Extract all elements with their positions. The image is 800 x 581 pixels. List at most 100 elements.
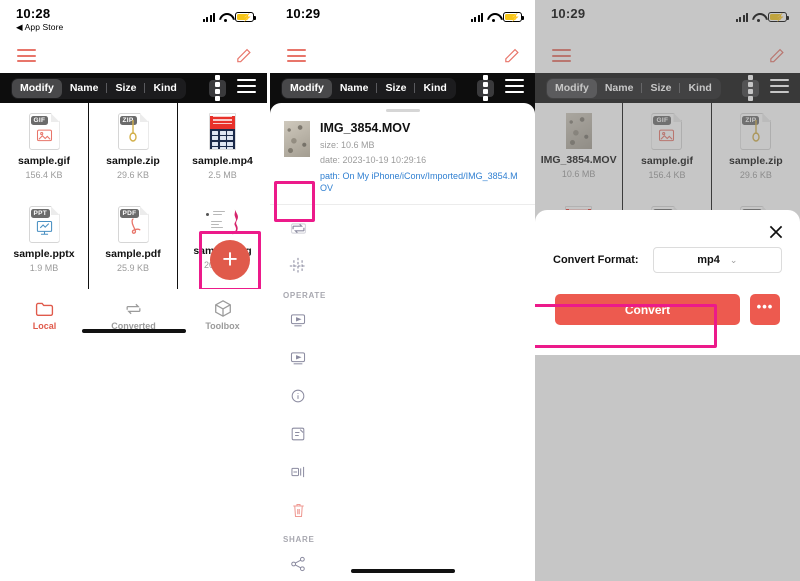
info-icon[interactable]: [281, 379, 315, 413]
sort-option-size[interactable]: Size: [642, 79, 679, 98]
file-cell[interactable]: GIF sample.gif 156.4 KB: [623, 103, 712, 196]
modal-buttons: Convert •••: [553, 294, 782, 325]
bottom-tab-bar: Local Converted Toolbox: [0, 289, 267, 339]
format-select[interactable]: mp4 ⌄: [652, 247, 782, 273]
detail-file-name: IMG_3854.MOV: [320, 121, 411, 135]
file-size: 1.9 MB: [29, 263, 59, 273]
zip-file-icon: ZIP: [740, 113, 772, 150]
view-mode-buttons: [477, 75, 524, 101]
preview-icon[interactable]: [281, 341, 315, 375]
menu-hamburger-icon[interactable]: [552, 49, 571, 66]
sort-option-modify[interactable]: Modify: [282, 78, 332, 98]
grid-view-icon[interactable]: [742, 75, 759, 101]
grid-view-icon[interactable]: [209, 75, 226, 101]
cellular-bars-icon: [735, 12, 748, 22]
sort-option-kind[interactable]: Kind: [415, 79, 454, 98]
sort-segmented-control[interactable]: Modify Name Size Kind: [546, 77, 721, 99]
add-plus-icon: +: [222, 243, 238, 274]
convert-format-modal: Convert Format: mp4 ⌄ Convert •••: [535, 210, 800, 355]
format-value: mp4: [697, 254, 720, 266]
file-name: sample.pdf: [105, 248, 161, 260]
pdf-file-icon: PDF: [117, 206, 149, 243]
format-row: Convert Format: mp4 ⌄: [553, 210, 782, 273]
gif-file-icon: GIF: [651, 113, 683, 150]
status-bar: 10:28 ◀ App Store ⚡: [0, 0, 267, 40]
folder-icon: [35, 302, 54, 316]
file-cell[interactable]: PDF sample.pdf 25.9 KB: [89, 196, 178, 289]
status-back-link[interactable]: ◀ App Store: [16, 22, 253, 33]
file-size: 10.6 MB: [561, 169, 596, 179]
detail-file-path[interactable]: path: On My iPhone/iConv/Imported/IMG_38…: [320, 170, 523, 194]
zip-file-icon: ZIP: [117, 113, 149, 150]
sort-toolbar: Modify Name Size Kind: [0, 73, 267, 103]
list-view-icon[interactable]: [505, 79, 524, 97]
grid-view-icon[interactable]: [477, 75, 494, 101]
rename-icon[interactable]: [281, 417, 315, 451]
top-nav: [270, 40, 535, 73]
mp4-video-thumbnail: [209, 113, 236, 150]
convert-icon[interactable]: [281, 211, 315, 245]
video-thumbnail: [284, 121, 310, 157]
file-size: 156.4 KB: [648, 170, 686, 180]
sort-segmented-control[interactable]: Modify Name Size Kind: [11, 77, 186, 99]
file-name: sample.mp4: [192, 155, 253, 167]
file-cell[interactable]: sample.mp4 2.5 MB: [178, 103, 267, 196]
file-cell[interactable]: ZIP sample.zip 29.6 KB: [89, 103, 178, 196]
resize-icon[interactable]: [281, 455, 315, 489]
top-nav: [535, 40, 800, 73]
sort-option-size[interactable]: Size: [107, 79, 144, 98]
sort-option-kind[interactable]: Kind: [145, 79, 184, 98]
sort-option-name[interactable]: Name: [597, 79, 642, 98]
tab-local[interactable]: Local: [0, 289, 89, 339]
file-detail-header: IMG_3854.MOV size: 10.6 MB date: 2023-10…: [270, 112, 535, 206]
file-size: 29.6 KB: [739, 170, 772, 180]
wifi-icon: [219, 13, 231, 22]
menu-hamburger-icon[interactable]: [17, 49, 36, 66]
play-video-icon[interactable]: [281, 303, 315, 337]
action-list: OPERATE SHARE: [270, 205, 535, 581]
sort-toolbar: Modify Name Size Kind: [270, 73, 535, 103]
sort-option-size[interactable]: Size: [377, 79, 414, 98]
convert-button[interactable]: Convert: [555, 294, 740, 325]
list-view-icon[interactable]: [770, 79, 789, 97]
mov-video-thumbnail: [565, 113, 592, 149]
three-panel-screenshot: 10:28 ◀ App Store ⚡ Modify Name Size Kin…: [0, 0, 800, 581]
edit-pencil-icon[interactable]: [768, 47, 785, 65]
tab-toolbox[interactable]: Toolbox: [178, 289, 267, 339]
share-section-label: SHARE: [283, 535, 315, 545]
sort-segmented-control[interactable]: Modify Name Size Kind: [281, 77, 456, 99]
view-mode-buttons: [209, 75, 256, 101]
file-cell[interactable]: PPT sample.pptx 1.9 MB: [0, 196, 89, 289]
png-image-thumbnail: [203, 206, 243, 240]
file-cell[interactable]: IMG_3854.MOV 10.6 MB: [535, 103, 624, 196]
file-cell[interactable]: GIF sample.gif 156.4 KB: [0, 103, 89, 196]
top-nav: [0, 40, 267, 73]
sort-option-name[interactable]: Name: [332, 79, 377, 98]
file-type-tag: PDF: [119, 209, 140, 218]
trash-icon[interactable]: [281, 493, 315, 527]
add-file-fab[interactable]: +: [210, 240, 250, 280]
sort-option-kind[interactable]: Kind: [680, 79, 719, 98]
edit-pencil-icon[interactable]: [235, 47, 252, 65]
more-options-button[interactable]: •••: [750, 294, 780, 325]
sort-option-name[interactable]: Name: [62, 79, 107, 98]
share-icon[interactable]: [281, 547, 315, 581]
sort-toolbar: Modify Name Size Kind: [535, 73, 800, 103]
sort-option-modify[interactable]: Modify: [12, 78, 62, 98]
file-name: sample.zip: [106, 155, 160, 167]
detail-file-date: date: 2023-10-19 10:29:16: [320, 155, 427, 166]
edit-pencil-icon[interactable]: [503, 47, 520, 65]
file-cell[interactable]: ZIP sample.zip 29.6 KB: [712, 103, 800, 196]
compress-icon[interactable]: [281, 249, 315, 283]
close-x-icon[interactable]: [768, 224, 784, 240]
menu-hamburger-icon[interactable]: [287, 49, 306, 66]
cellular-bars-icon: [470, 12, 483, 22]
pptx-file-icon: PPT: [28, 206, 60, 243]
list-view-icon[interactable]: [237, 79, 256, 97]
home-indicator: [81, 329, 186, 333]
operate-section-label: OPERATE: [283, 291, 326, 301]
file-name: sample.gif: [641, 155, 693, 167]
file-size: 2.5 MB: [208, 170, 237, 180]
tab-label: Local: [32, 320, 57, 331]
sort-option-modify[interactable]: Modify: [547, 78, 597, 98]
